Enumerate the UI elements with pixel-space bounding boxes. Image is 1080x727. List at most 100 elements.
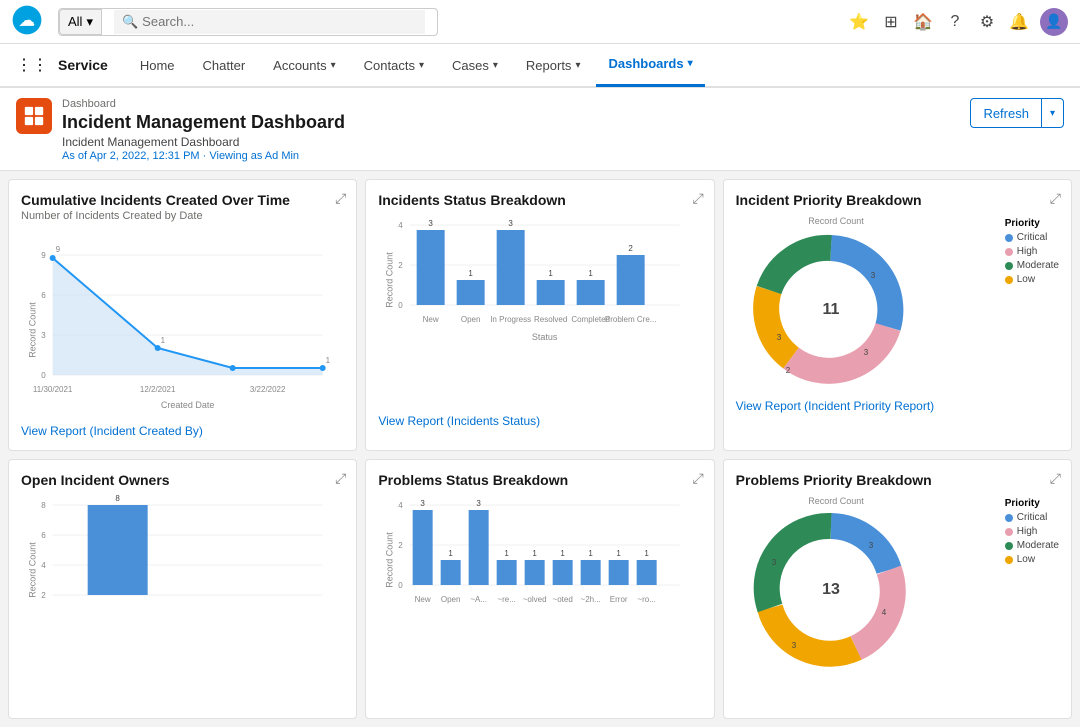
svg-text:6: 6 [41,291,46,300]
problems-priority-donut: Record Count 13 3 4 3 3 [736,490,936,670]
header-actions: Refresh ▾ [970,98,1064,128]
p-low-label: Low [1017,554,1035,565]
setup-icon[interactable]: ⚙ [976,11,998,33]
refresh-dropdown-arrow[interactable]: ▾ [1042,108,1063,119]
nav-accounts-chevron: ▾ [331,60,336,71]
home-icon[interactable]: 🏠 [912,11,934,33]
low-label: Low [1017,274,1035,285]
svg-text:1: 1 [326,356,331,365]
p-legend-low: Low [1005,554,1059,565]
user-avatar[interactable]: 👤 [1040,8,1068,36]
svg-text:3: 3 [870,271,875,280]
notifications-icon[interactable]: 🔔 [1008,11,1030,33]
nav-reports-label: Reports [526,58,572,73]
problems-legend-title: Priority [1005,498,1059,509]
svg-text:2: 2 [629,244,634,253]
card-problems-priority-expand[interactable]: ⤢ [1050,470,1061,487]
header-left: Dashboard Incident Management Dashboard … [16,98,345,162]
low-dot [1005,276,1013,284]
favorites-icon[interactable]: ⭐ [848,11,870,33]
svg-text:0: 0 [41,371,46,380]
bar-open [457,280,485,305]
svg-text:12/2/2021: 12/2/2021 [140,385,176,394]
svg-text:~olved: ~olved [523,595,547,604]
sf-logo[interactable]: ☁ [12,5,42,38]
bar-inprogress [497,230,525,305]
nav-contacts[interactable]: Contacts ▾ [352,43,436,87]
card-problems-status-expand[interactable]: ⤢ [692,470,703,487]
card-cumulative-expand[interactable]: ⤢ [335,190,346,207]
nav-cases-chevron: ▾ [493,60,498,71]
search-icon: 🔍 [122,14,138,30]
nav-dashboards-label: Dashboards [608,56,683,71]
search-scope-dropdown[interactable]: All ▾ [59,9,102,35]
nav-cases[interactable]: Cases ▾ [440,43,510,87]
card-cumulative-link[interactable]: View Report (Incident Created By) [21,424,344,438]
svg-text:Record Count: Record Count [385,252,395,308]
card-incidents-status-title: Incidents Status Breakdown [378,192,701,208]
search-input-container: 🔍 [114,10,425,34]
svg-text:1: 1 [505,549,510,558]
nav-reports[interactable]: Reports ▾ [514,43,593,87]
dashboard-grid: Cumulative Incidents Created Over Time N… [0,171,1080,727]
svg-text:1: 1 [469,269,474,278]
svg-text:New: New [423,315,439,324]
moderate-label: Moderate [1017,260,1059,271]
page-meta: As of Apr 2, 2022, 12:31 PM · Viewing as… [62,150,345,162]
svg-text:3/22/2022: 3/22/2022 [250,385,286,394]
svg-text:~2h...: ~2h... [581,595,601,604]
page-subtitle: Incident Management Dashboard [62,135,345,149]
bar-problem [617,255,645,305]
p-legend-critical: Critical [1005,512,1059,523]
p-moderate-label: Moderate [1017,540,1059,551]
card-incident-priority-link[interactable]: View Report (Incident Priority Report) [736,399,1059,413]
svg-text:4: 4 [41,561,46,570]
svg-text:1: 1 [549,269,554,278]
svg-text:4: 4 [399,501,404,510]
svg-text:3: 3 [509,219,514,228]
waffle-icon[interactable]: ⊞ [880,11,902,33]
svg-text:~ro...: ~ro... [638,595,656,604]
card-incident-priority-expand[interactable]: ⤢ [1050,190,1061,207]
svg-text:Open: Open [461,315,481,324]
refresh-button[interactable]: Refresh ▾ [970,98,1064,128]
svg-text:2: 2 [41,591,46,600]
nav-dashboards-chevron: ▾ [688,58,693,69]
nav-contacts-label: Contacts [364,58,415,73]
card-incidents-status-link[interactable]: View Report (Incidents Status) [378,414,701,428]
svg-text:2: 2 [399,261,404,270]
svg-text:0: 0 [399,301,404,310]
svg-text:Open: Open [441,595,461,604]
legend-title: Priority [1005,218,1059,229]
card-cumulative-incidents: Cumulative Incidents Created Over Time N… [8,179,357,451]
nav-bar: ⋮⋮ Service Home Chatter Accounts ▾ Conta… [0,44,1080,88]
help-icon[interactable]: ? [944,11,966,33]
search-scope-chevron: ▾ [86,14,93,30]
legend-critical: Critical [1005,232,1059,243]
bar-new [417,230,445,305]
search-input[interactable] [142,14,417,29]
svg-text:1: 1 [533,549,538,558]
nav-accounts[interactable]: Accounts ▾ [261,43,348,87]
svg-text:Record Count: Record Count [808,496,864,506]
svg-text:4: 4 [399,221,404,230]
card-problems-priority: Problems Priority Breakdown ⤢ Priority C… [723,459,1072,719]
high-dot [1005,248,1013,256]
card-incidents-status-expand[interactable]: ⤢ [692,190,703,207]
nav-chatter-label: Chatter [203,58,246,73]
svg-text:3: 3 [421,499,426,508]
svg-text:☁: ☁ [19,12,35,29]
page-header: Dashboard Incident Management Dashboard … [0,88,1080,171]
p-low-dot [1005,556,1013,564]
nav-home[interactable]: Home [128,43,187,87]
nav-dashboards[interactable]: Dashboards ▾ [596,43,704,87]
nav-chatter[interactable]: Chatter [191,43,258,87]
svg-text:1: 1 [449,549,454,558]
app-grid-icon[interactable]: ⋮⋮ [16,55,48,75]
problems-priority-legend: Priority Critical High Moderate Low [1005,498,1059,568]
svg-text:Created Date: Created Date [161,400,215,410]
card-owners-expand[interactable]: ⤢ [335,470,346,487]
nav-home-label: Home [140,58,175,73]
bar-resolved [537,280,565,305]
nav-accounts-label: Accounts [273,58,326,73]
